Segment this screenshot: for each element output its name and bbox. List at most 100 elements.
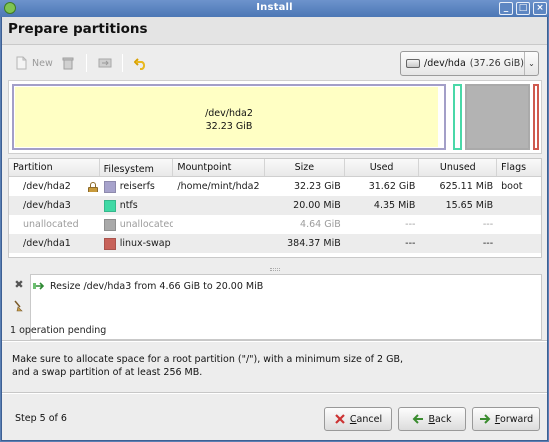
forward-label-rest: orward [500, 413, 534, 425]
cancel-icon [335, 414, 345, 424]
column-header-partition[interactable]: Partition [9, 159, 100, 176]
cell-mountpoint: /home/mint/hda2 [177, 181, 260, 192]
device-select[interactable]: /dev/hda (37.26 GiB) ⌄ [400, 51, 539, 76]
partition-table-header: Partition Filesystem Mountpoint Size Use… [9, 159, 541, 177]
cell-filesystem: ntfs [100, 199, 174, 212]
table-row[interactable]: /dev/hda1 linux-swap 384.37 MiB --- --- [9, 234, 541, 253]
cell-unused: 15.65 MiB [445, 200, 494, 211]
new-document-icon [16, 56, 27, 70]
page-header: Prepare partitions [2, 17, 547, 45]
diskmap-partition-hda2[interactable]: /dev/hda2 32.23 GiB [12, 84, 446, 150]
partition-name: /dev/hda1 [23, 238, 71, 249]
cell-size: 384.37 MiB [287, 238, 341, 249]
back-button[interactable]: Back [398, 407, 466, 431]
delete-partition-button[interactable] [61, 53, 75, 73]
cell-unused: --- [482, 219, 494, 230]
cell-size: 32.23 GiB [293, 181, 341, 192]
filesystem-name: reiserfs [119, 181, 155, 192]
column-header-unused[interactable]: Unused [419, 159, 498, 176]
cell-filesystem: unallocated [100, 218, 174, 231]
partition-name: /dev/hda3 [23, 200, 71, 211]
partition-hint-text: Make sure to allocate space for a root p… [12, 354, 403, 378]
installer-window: Prepare partitions New /dev/hda (37.26 G… [1, 17, 548, 441]
cancel-label: Cancel [350, 414, 382, 425]
column-header-used[interactable]: Used [345, 159, 420, 176]
chevron-down-icon: ⌄ [524, 52, 538, 75]
resize-partition-button[interactable] [98, 53, 112, 73]
step-indicator: Step 5 of 6 [15, 413, 67, 424]
table-row[interactable]: unallocated unallocated 4.64 GiB --- --- [9, 215, 541, 234]
operation-item[interactable]: Resize /dev/hda3 from 4.66 GiB to 20.00 … [33, 277, 263, 295]
clear-operations-icon[interactable]: ✖ [13, 279, 25, 291]
filesystem-name: ntfs [119, 200, 138, 211]
cell-used: --- [405, 238, 416, 249]
column-header-mountpoint[interactable]: Mountpoint [173, 159, 266, 176]
undo-button[interactable] [134, 53, 148, 73]
operation-text: Resize /dev/hda3 from 4.66 GiB to 20.00 … [50, 280, 264, 292]
cell-partition: unallocated [9, 219, 100, 230]
window-title: Install [256, 2, 293, 13]
device-size: (37.26 GiB) [469, 58, 524, 69]
minimize-button[interactable]: _ [499, 2, 513, 15]
title-bar[interactable]: Install _ □ × [0, 0, 549, 17]
divider [2, 392, 547, 394]
filesystem-color-swatch [103, 218, 116, 231]
cell-used: 4.35 MiB [373, 200, 416, 211]
column-header-filesystem[interactable]: Filesystem [100, 159, 174, 176]
resize-move-icon [98, 58, 112, 68]
toolbar-separator [86, 54, 87, 72]
filesystem-color-swatch [103, 199, 116, 212]
filesystem-name: unallocated [119, 219, 174, 230]
filesystem-color-swatch [103, 180, 116, 193]
device-name: /dev/hda [424, 58, 466, 69]
diskmap-unallocated[interactable] [465, 84, 530, 150]
cancel-label-rest: ancel [356, 413, 383, 425]
diskmap-partition-hda3[interactable] [453, 84, 462, 150]
lock-icon [88, 182, 98, 192]
cancel-mnemonic: C [349, 413, 357, 425]
pending-operations-status: 1 operation pending [10, 325, 107, 336]
hard-disk-icon [406, 59, 420, 68]
cell-partition: /dev/hda2 [9, 181, 100, 192]
cell-unused: --- [482, 238, 494, 249]
cell-partition: /dev/hda1 [9, 238, 100, 249]
maximize-button[interactable]: □ [516, 2, 530, 15]
toolbar-separator [122, 54, 123, 72]
cell-filesystem: linux-swap [100, 237, 174, 250]
diskmap-partition-hda1[interactable] [533, 84, 539, 150]
diskmap-partition-name: /dev/hda2 [205, 108, 253, 119]
cell-size: 20.00 MiB [293, 200, 341, 211]
cell-unused: 625.11 MiB [439, 181, 494, 192]
cell-partition: /dev/hda3 [9, 200, 100, 211]
table-row[interactable]: /dev/hda3 ntfs 20.00 MiB 4.35 MiB 15.65 MiB [9, 196, 541, 215]
pane-resize-handle[interactable] [270, 268, 280, 271]
filesystem-name: linux-swap [119, 238, 171, 249]
toolbar: New /dev/hda (37.26 GiB) ⌄ [2, 48, 547, 78]
partition-rows: /dev/hda2 reiserfs/home/mint/hda2 32.23 Gi… [9, 177, 541, 253]
broom-icon[interactable] [13, 300, 25, 312]
forward-label: Forward [495, 414, 533, 425]
partition-table: Partition Filesystem Mountpoint Size Use… [8, 158, 542, 258]
close-window-button[interactable]: × [533, 2, 547, 15]
resize-arrow-icon [33, 282, 45, 290]
diskmap-partition-label: /dev/hda2 32.23 GiB [14, 107, 444, 133]
column-header-size[interactable]: Size [265, 159, 345, 176]
column-header-flags[interactable]: Flags [497, 159, 541, 176]
partition-name: unallocated [23, 219, 79, 230]
back-label: Back [428, 414, 451, 425]
trash-icon [62, 57, 74, 70]
new-partition-button[interactable]: New [14, 53, 53, 73]
cell-used: 31.62 GiB [368, 181, 416, 192]
cell-filesystem: reiserfs [100, 180, 174, 193]
table-row[interactable]: /dev/hda2 reiserfs/home/mint/hda2 32.23 Gi… [9, 177, 541, 196]
cell-flags: boot [501, 181, 523, 192]
divider [2, 340, 547, 342]
partition-name: /dev/hda2 [23, 181, 71, 192]
forward-button[interactable]: Forward [472, 407, 540, 431]
arrow-left-icon [413, 414, 424, 424]
arrow-right-icon [479, 414, 491, 424]
diskmap-partition-size: 32.23 GiB [205, 121, 253, 132]
cell-used: --- [405, 219, 416, 230]
new-partition-label: New [32, 57, 53, 69]
cancel-button[interactable]: Cancel [324, 407, 392, 431]
